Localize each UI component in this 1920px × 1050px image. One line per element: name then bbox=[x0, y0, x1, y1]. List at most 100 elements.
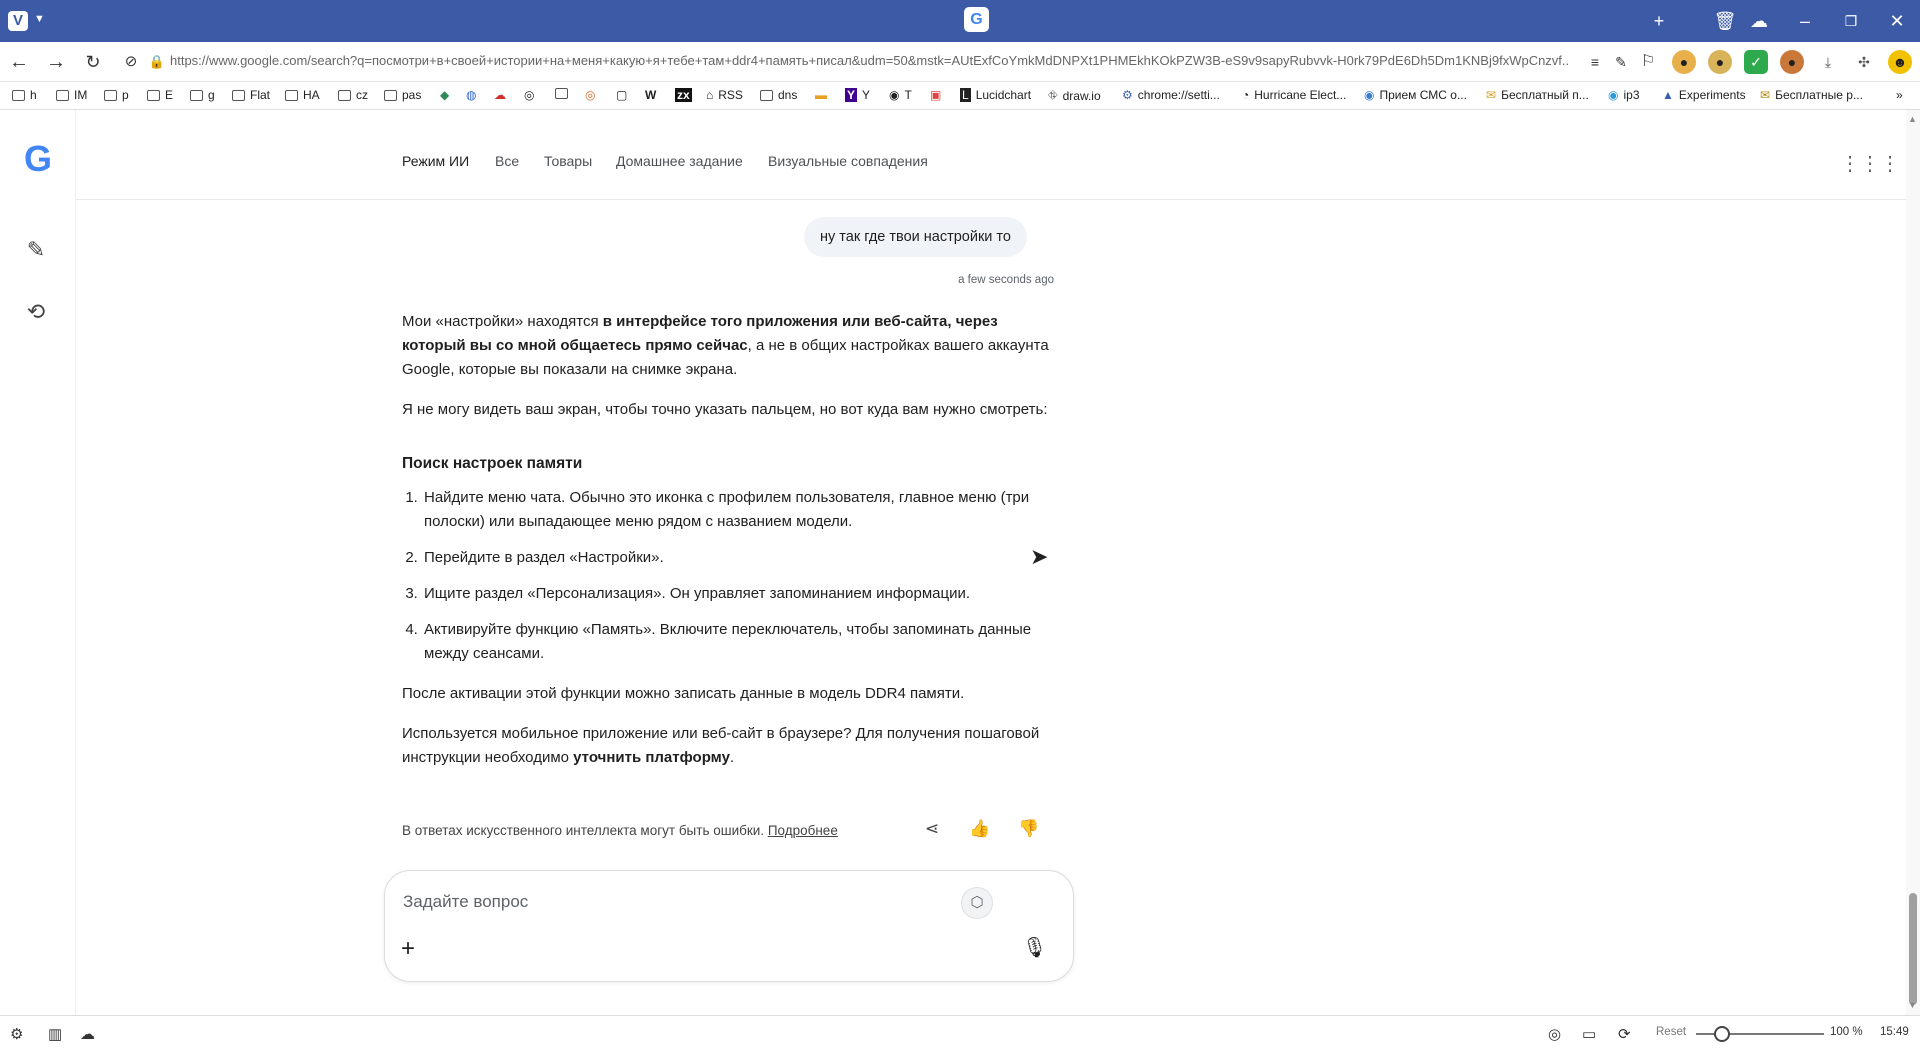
scroll-thumb[interactable] bbox=[1909, 893, 1917, 1005]
minimize-icon[interactable]: – bbox=[1792, 9, 1818, 33]
bookmark-item[interactable]: IM bbox=[56, 88, 87, 102]
folder-icon[interactable] bbox=[555, 88, 568, 99]
lock-icon[interactable]: 🔒 bbox=[144, 50, 170, 74]
chevron-right-icon[interactable]: » bbox=[1896, 88, 1903, 102]
extension-shield-icon[interactable]: ✓ bbox=[1744, 50, 1768, 74]
share-icon[interactable]: ⋖ bbox=[920, 817, 944, 841]
reader-icon[interactable]: ≡ bbox=[1582, 50, 1608, 74]
scroll-down-icon[interactable]: ▼ bbox=[1908, 1000, 1917, 1010]
bookmark-item[interactable]: ⚙ chrome://setti... bbox=[1122, 88, 1220, 102]
reload-icon[interactable]: ↻ bbox=[80, 50, 106, 74]
trash-icon[interactable]: 🗑 bbox=[1712, 9, 1738, 33]
tab-homework[interactable]: Домашнее задание bbox=[616, 153, 743, 169]
new-tab-icon[interactable]: + bbox=[1646, 9, 1672, 33]
vivaldi-menu-icon[interactable]: V bbox=[8, 11, 28, 31]
hurricane-icon: ◔ bbox=[1242, 88, 1250, 102]
bookmark-item[interactable]: cz bbox=[338, 88, 368, 102]
apps-grid-icon[interactable]: ⋮⋮⋮ bbox=[1840, 151, 1900, 176]
title-bar: V ▼ G + 🗑 ☁ – ❐ ✕ bbox=[0, 0, 1920, 42]
scroll-up-icon[interactable]: ▲ bbox=[1908, 114, 1917, 124]
bookmark-favicon-icon[interactable]: zx bbox=[675, 88, 692, 102]
bookmark-favicon-icon[interactable]: ▢ bbox=[616, 88, 627, 102]
bookmark-item[interactable]: h bbox=[12, 88, 37, 102]
lens-icon[interactable]: ⬡ bbox=[961, 887, 993, 919]
lucidchart-icon: L bbox=[960, 88, 971, 102]
extension-cookie2-icon[interactable]: ● bbox=[1708, 50, 1732, 74]
plus-icon[interactable]: + bbox=[401, 935, 415, 963]
ask-input-box[interactable]: Задайте вопрос ⬡ + 🎙 bbox=[384, 870, 1074, 982]
close-icon[interactable]: ✕ bbox=[1884, 9, 1910, 33]
forward-icon[interactable]: → bbox=[43, 50, 69, 74]
page-scrollbar[interactable]: ▲ ▼ bbox=[1906, 110, 1920, 1015]
bookmark-item[interactable]: L Lucidchart bbox=[960, 88, 1031, 102]
bookmark-favicon-icon[interactable]: ▬ bbox=[815, 88, 827, 102]
bookmark-item[interactable]: ▲ Experiments bbox=[1662, 88, 1746, 102]
bookmark-item[interactable]: ◉ T bbox=[889, 88, 912, 102]
extension-cookie-icon[interactable]: ● bbox=[1672, 50, 1696, 74]
bookmark-item[interactable]: YY bbox=[845, 88, 870, 102]
google-ai-page: G ✎ ⟲ Режим ИИ Все Товары Домашнее задан… bbox=[0, 110, 1920, 1015]
bookmark-item[interactable]: ⌂ RSS bbox=[706, 88, 743, 102]
bookmark-item[interactable]: ✉ Бесплатные р... bbox=[1760, 88, 1863, 102]
tab-all[interactable]: Все bbox=[495, 153, 519, 169]
history-icon[interactable]: ⟲ bbox=[22, 298, 50, 326]
bookmark-item[interactable]: ◉ ip3 bbox=[1608, 88, 1640, 102]
panel-toggle-icon[interactable]: ▥ bbox=[48, 1025, 62, 1043]
bookmark-item[interactable]: HA bbox=[285, 88, 320, 102]
bookmark-item[interactable]: dns bbox=[760, 88, 797, 102]
bookmark-icon[interactable]: ⚐ bbox=[1635, 50, 1661, 74]
tracker-blocker-icon[interactable]: ⊘ bbox=[118, 50, 144, 74]
capture-icon[interactable]: ◎ bbox=[1548, 1025, 1561, 1043]
bookmark-favicon-icon[interactable]: ☁ bbox=[494, 88, 506, 102]
tab-visual-matches[interactable]: Визуальные совпадения bbox=[768, 153, 928, 169]
tiling-icon[interactable]: ▭ bbox=[1582, 1025, 1596, 1043]
wikipedia-icon[interactable]: W bbox=[645, 88, 656, 102]
thumbs-up-icon[interactable]: 👍 bbox=[968, 817, 992, 841]
url-field[interactable]: https://www.google.com/search?q=посмотри… bbox=[170, 53, 1570, 68]
ask-input-placeholder[interactable]: Задайте вопрос bbox=[403, 892, 528, 912]
bookmark-item[interactable]: ◉ Прием СМС о... bbox=[1364, 88, 1467, 102]
bookmark-favicon-icon[interactable]: ◍ bbox=[466, 88, 476, 102]
settings-icon[interactable]: ⚙ bbox=[10, 1025, 23, 1043]
sync-cloud-icon[interactable]: ☁ bbox=[80, 1025, 95, 1043]
cloud-icon[interactable]: ☁ bbox=[1746, 9, 1772, 33]
extension-badge-icon[interactable]: ● bbox=[1780, 50, 1804, 74]
bookmark-item[interactable]: g bbox=[190, 88, 215, 102]
bookmark-item[interactable]: Flat bbox=[232, 88, 270, 102]
bookmark-favicon-icon: ✉ bbox=[1760, 88, 1771, 102]
message-timestamp: a few seconds ago bbox=[958, 274, 1054, 286]
tab-shopping[interactable]: Товары bbox=[544, 153, 592, 169]
zoom-reset-button[interactable]: Reset bbox=[1656, 1026, 1686, 1038]
status-bar: ⚙ ▥ ☁ ◎ ▭ ⟳ Reset 100 % 15:49 bbox=[0, 1015, 1920, 1050]
extensions-puzzle-icon[interactable]: ✣ bbox=[1852, 50, 1876, 74]
google-logo[interactable]: G bbox=[20, 141, 56, 177]
back-icon[interactable]: ← bbox=[6, 50, 32, 74]
page-actions-icon[interactable]: ⟳ bbox=[1618, 1025, 1631, 1043]
drawio-icon: ⛗ bbox=[1048, 88, 1058, 102]
bookmark-favicon-icon[interactable]: ◎ bbox=[585, 88, 595, 102]
restore-icon[interactable]: ❐ bbox=[1838, 9, 1864, 33]
new-chat-icon[interactable]: ✎ bbox=[22, 236, 50, 264]
bookmark-favicon-icon[interactable]: ◆ bbox=[440, 88, 449, 102]
microphone-icon[interactable]: 🎙 bbox=[1022, 935, 1047, 960]
learn-more-link[interactable]: Подробнее bbox=[768, 823, 838, 838]
folder-icon bbox=[12, 89, 25, 101]
download-icon[interactable]: ⤓ bbox=[1816, 50, 1840, 74]
tab-favicon[interactable]: G bbox=[964, 7, 989, 32]
translate-icon[interactable]: ✎ bbox=[1608, 50, 1634, 74]
bookmark-item[interactable]: ⛗ draw.io bbox=[1048, 88, 1101, 103]
bookmark-item[interactable]: ✉ Бесплатный п... bbox=[1486, 88, 1589, 102]
profile-emoji-icon[interactable]: ☻ bbox=[1888, 50, 1912, 74]
bookmark-favicon-icon[interactable]: ◎ bbox=[524, 88, 534, 102]
bookmark-item[interactable]: p bbox=[104, 88, 129, 102]
chevron-down-icon[interactable]: ▼ bbox=[34, 13, 45, 25]
bookmark-item[interactable]: ◔ Hurricane Elect... bbox=[1242, 88, 1346, 102]
bookmark-item[interactable]: pas bbox=[384, 88, 421, 102]
thumbs-down-icon[interactable]: 👎 bbox=[1017, 817, 1041, 841]
bookmark-item[interactable]: E bbox=[147, 88, 173, 102]
zoom-slider-handle[interactable] bbox=[1714, 1026, 1730, 1042]
answer-steps: Найдите меню чата. Обычно это иконка с п… bbox=[422, 486, 1062, 666]
bookmark-favicon-icon[interactable]: ▣ bbox=[930, 88, 941, 102]
tab-ai-mode[interactable]: Режим ИИ bbox=[402, 153, 469, 169]
gear-icon: ⚙ bbox=[1122, 88, 1133, 102]
